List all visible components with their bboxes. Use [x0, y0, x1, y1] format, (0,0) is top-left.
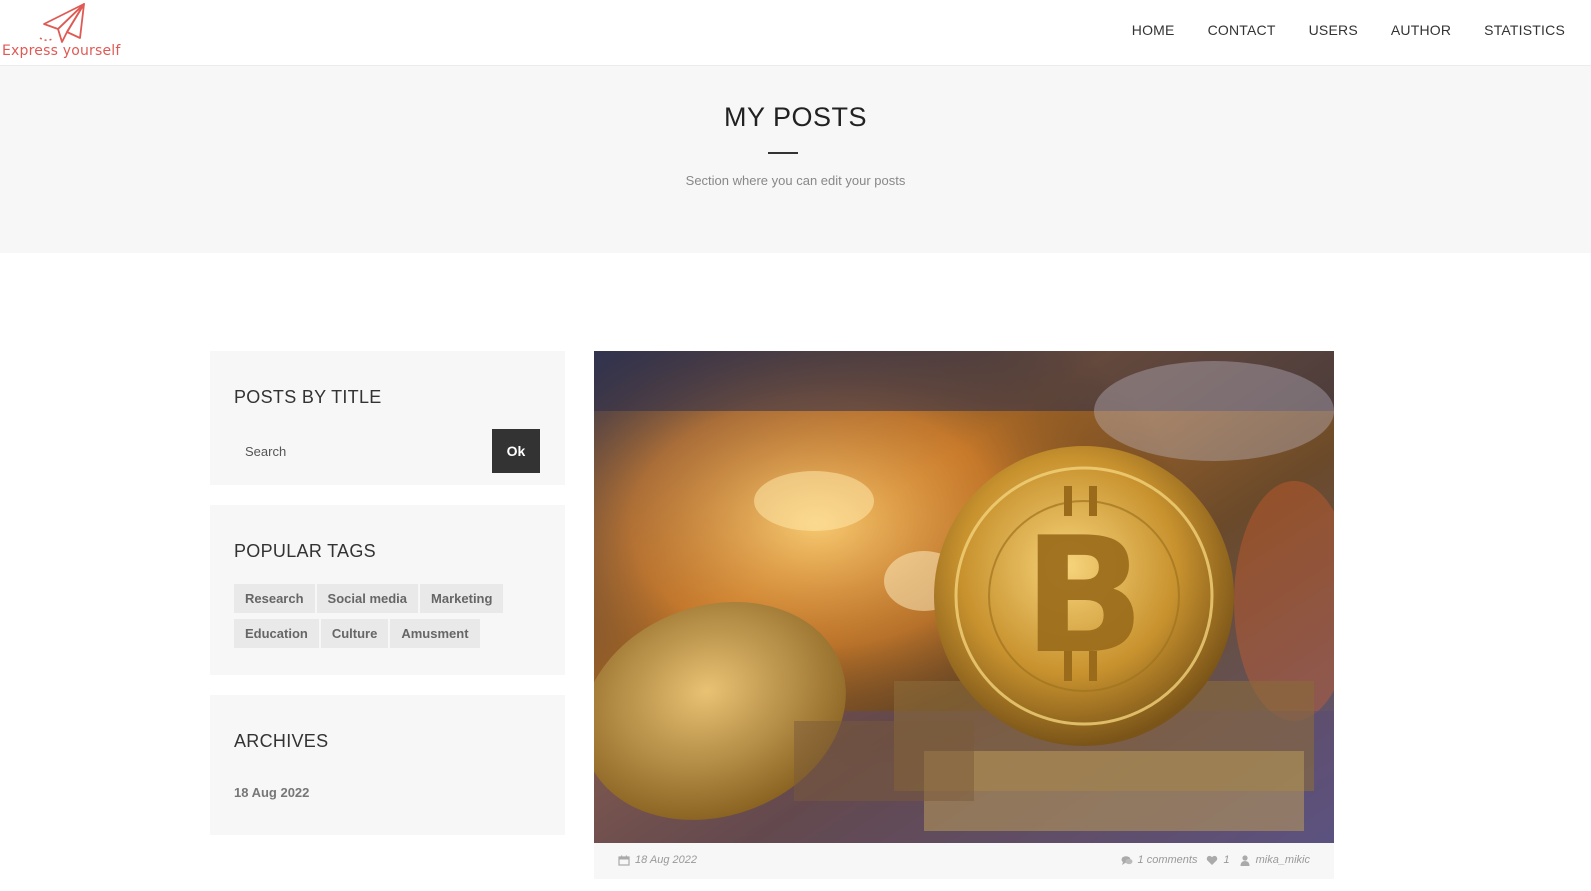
paper-plane-icon — [39, 3, 85, 43]
bitcoin-coin-photo-icon: B — [594, 351, 1334, 843]
post-likes: 1 — [1223, 854, 1230, 866]
nav-statistics[interactable]: STATISTICS — [1484, 22, 1565, 38]
tag-amusment[interactable]: Amusment — [390, 619, 480, 648]
post-image[interactable]: B — [594, 351, 1334, 843]
nav-home[interactable]: HOME — [1132, 22, 1175, 38]
site-header: Express yourself HOME CONTACT USERS AUTH… — [0, 0, 1591, 66]
tag-marketing[interactable]: Marketing — [420, 584, 504, 613]
nav-author[interactable]: AUTHOR — [1391, 22, 1451, 38]
tags-widget-title: POPULAR TAGS — [234, 541, 376, 561]
site-logo[interactable]: Express yourself — [2, 2, 132, 62]
search-widget: POSTS BY TITLE Ok — [210, 351, 565, 485]
user-icon — [1240, 854, 1250, 866]
tag-social-media[interactable]: Social media — [316, 584, 419, 613]
calendar-icon — [618, 855, 630, 866]
page-title: MY POSTS — [723, 102, 868, 132]
page-hero: MY POSTS Section where you can edit your… — [0, 66, 1591, 253]
tag-education[interactable]: Education — [234, 619, 319, 648]
archives-widget: ARCHIVES 18 Aug 2022 — [210, 695, 565, 835]
tags-widget: POPULAR TAGS Research Social media Marke… — [210, 505, 565, 675]
title-divider — [768, 152, 798, 154]
nav-users[interactable]: USERS — [1309, 22, 1358, 38]
post-date-text: 18 Aug 2022 — [635, 854, 697, 866]
page-subtitle: Section where you can edit your posts — [685, 173, 906, 188]
svg-text:B: B — [1023, 502, 1145, 689]
heart-icon[interactable] — [1206, 855, 1218, 866]
search-input[interactable] — [234, 429, 492, 473]
search-ok-button[interactable]: Ok — [492, 429, 540, 473]
post-stats: 1 comments 1 mika_mikic — [1121, 854, 1310, 866]
nav-contact[interactable]: CONTACT — [1208, 22, 1276, 38]
archive-link[interactable]: 18 Aug 2022 — [234, 785, 309, 800]
archives-widget-title: ARCHIVES — [234, 731, 329, 751]
post-comments[interactable]: 1 comments — [1138, 854, 1198, 866]
post-date: 18 Aug 2022 — [618, 854, 697, 866]
tag-research[interactable]: Research — [234, 584, 315, 613]
tag-culture[interactable]: Culture — [320, 619, 389, 648]
main-nav: HOME CONTACT USERS AUTHOR STATISTICS — [1099, 22, 1565, 38]
post-author[interactable]: mika_mikic — [1256, 854, 1310, 866]
search-widget-title: POSTS BY TITLE — [234, 387, 382, 407]
post-meta-bar: 18 Aug 2022 1 comments 1 mika_mikic — [594, 843, 1334, 879]
comments-icon — [1121, 855, 1133, 865]
tag-list: Research Social media Marketing Educatio… — [234, 584, 534, 654]
logo-text: Express yourself — [2, 43, 121, 59]
